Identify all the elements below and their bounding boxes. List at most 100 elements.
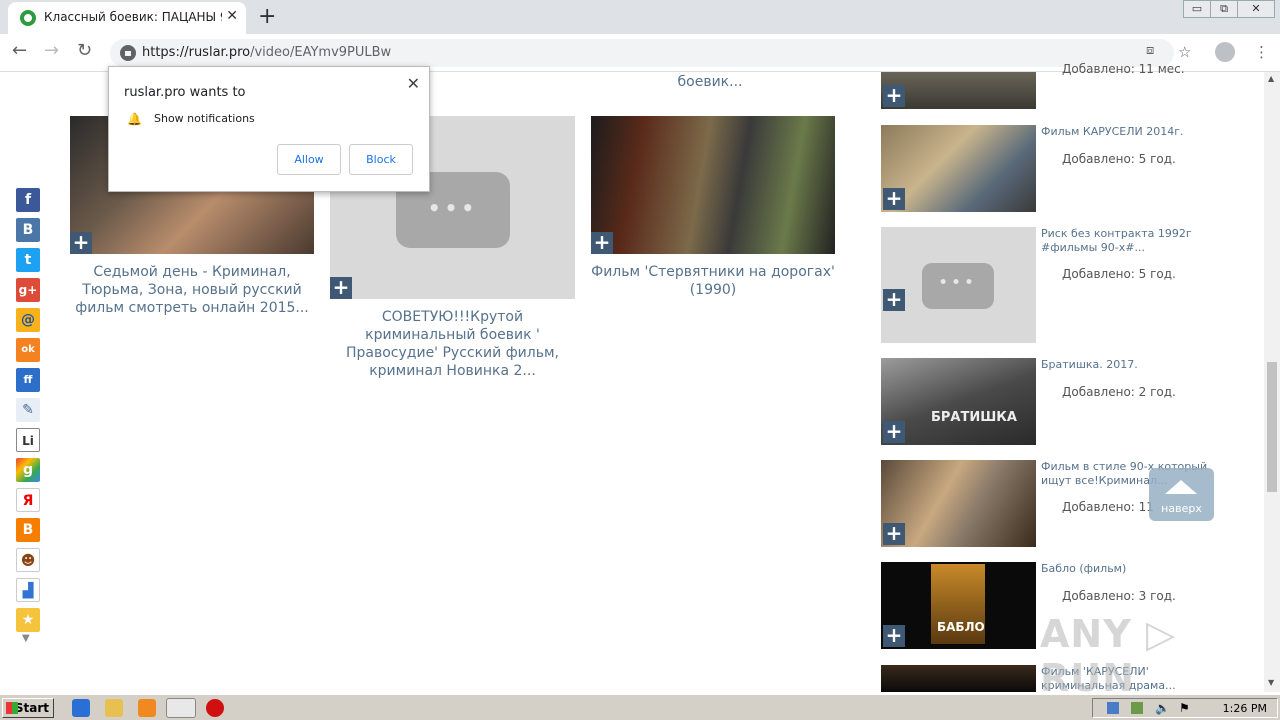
start-label: Start: [14, 701, 49, 715]
maximize-button[interactable]: ⧉: [1210, 0, 1238, 18]
back-to-top-label: наверх: [1161, 502, 1202, 515]
tab-strip: Классный боевик: ПАЦАНЫ 90-х (2... ✕ + ▭…: [0, 0, 1280, 34]
sidebar-video-thumbnail[interactable]: БАБЛО +: [881, 562, 1036, 649]
forward-arrow-icon[interactable]: →: [44, 40, 59, 61]
popup-permission-text: Show notifications: [154, 112, 255, 125]
video-caption[interactable]: Седьмой день - Криминал, Тюрьма, Зона, н…: [68, 263, 316, 317]
sidebar-video-thumbnail[interactable]: +: [881, 460, 1036, 547]
liveinternet-icon[interactable]: Li: [16, 428, 40, 452]
media-player-icon[interactable]: [138, 699, 156, 717]
clock: 1:26 PM: [1222, 702, 1267, 715]
back-arrow-icon[interactable]: ←: [12, 40, 27, 61]
network-icon[interactable]: [1107, 702, 1119, 714]
back-to-top-button[interactable]: наверх: [1149, 468, 1214, 521]
bookmark-star-icon[interactable]: ☆: [1178, 43, 1191, 61]
chrome-taskbar-button[interactable]: [166, 698, 196, 718]
more-share-chevron-icon[interactable]: ▼: [22, 633, 30, 644]
added-date: Добавлено: 11 мес.: [1062, 62, 1185, 76]
video-caption-partial[interactable]: боевик...: [600, 73, 820, 91]
google-bookmarks-icon[interactable]: g: [16, 458, 40, 482]
scroll-up-arrow-icon[interactable]: ▲: [1268, 74, 1274, 83]
blogger-icon[interactable]: B: [16, 518, 40, 542]
flag-tray-icon[interactable]: ⚑: [1179, 701, 1190, 715]
add-plus-button[interactable]: +: [883, 188, 905, 210]
mail-ru-icon[interactable]: @: [16, 308, 40, 332]
lock-icon: [120, 45, 136, 61]
site-favicon-icon: [20, 10, 36, 26]
profile-avatar-icon[interactable]: [1215, 42, 1235, 62]
added-date: Добавлено: 5 год.: [1062, 267, 1176, 281]
popup-heading: ruslar.pro wants to: [124, 85, 246, 100]
thumbnail-overlay-text: БАБЛО: [937, 620, 985, 634]
vkontakte-icon[interactable]: В: [16, 218, 40, 242]
up-arrow-icon: [1165, 480, 1197, 494]
video-thumbnail[interactable]: +: [591, 116, 835, 254]
delicious-icon[interactable]: ▟: [16, 578, 40, 602]
sidebar-video-title[interactable]: Братишка. 2017.: [1041, 358, 1221, 372]
explorer-folder-icon[interactable]: [105, 699, 123, 717]
windows-flag-icon: [6, 702, 18, 714]
added-date: Добавлено: 11: [1062, 500, 1154, 514]
friendfeed-icon[interactable]: ff: [16, 368, 40, 392]
memori-icon[interactable]: ☻: [16, 548, 40, 572]
menu-dots-icon[interactable]: ⋮: [1254, 43, 1269, 61]
url-text[interactable]: https://ruslar.pro/video/EAYmv9PULBw: [142, 45, 391, 60]
start-button[interactable]: Start: [2, 698, 54, 718]
twitter-icon[interactable]: t: [16, 248, 40, 272]
sidebar-video-thumbnail[interactable]: +: [881, 72, 1036, 109]
opera-icon[interactable]: [206, 699, 224, 717]
address-bar[interactable]: https://ruslar.pro/video/EAYmv9PULBw: [110, 39, 1174, 67]
connection-icon[interactable]: [1131, 702, 1143, 714]
loading-dots-icon: •••: [938, 275, 978, 291]
translate-icon[interactable]: ⧈: [1146, 43, 1154, 58]
sidebar-video-thumbnail[interactable]: БРАТИШКА +: [881, 358, 1036, 445]
add-plus-button[interactable]: +: [883, 421, 905, 443]
block-button[interactable]: Block: [349, 144, 413, 175]
volume-icon[interactable]: 🔈: [1155, 701, 1170, 715]
minimize-button[interactable]: ▭: [1183, 0, 1211, 18]
added-date: Добавлено: 2 год.: [1062, 385, 1176, 399]
added-date: Добавлено: 3 год.: [1062, 589, 1176, 603]
added-date: Добавлено: 5 год.: [1062, 152, 1176, 166]
sidebar-video-title[interactable]: Бабло (фильм): [1041, 562, 1221, 576]
anyrun-watermark: ANY ▷ RUN: [1040, 612, 1177, 700]
scroll-down-arrow-icon[interactable]: ▼: [1268, 678, 1274, 687]
tab-close-button[interactable]: ✕: [226, 8, 238, 24]
scrollbar-thumb[interactable]: [1267, 362, 1277, 492]
sidebar-video-thumbnail[interactable]: +: [881, 125, 1036, 212]
yandex-icon[interactable]: Я: [16, 488, 40, 512]
page-scrollbar[interactable]: ▲ ▼: [1264, 72, 1280, 692]
add-plus-button[interactable]: +: [883, 523, 905, 545]
tab-title: Классный боевик: ПАЦАНЫ 90-х (2...: [44, 10, 222, 24]
sidebar-video-thumbnail-placeholder[interactable]: ••• +: [881, 227, 1036, 343]
facebook-icon[interactable]: f: [16, 188, 40, 212]
browser-tab[interactable]: Классный боевик: ПАЦАНЫ 90-х (2... ✕: [8, 2, 246, 34]
sidebar-video-title[interactable]: Риск без контракта 1992г #фильмы 90-х#..…: [1041, 227, 1216, 255]
add-plus-button[interactable]: +: [591, 232, 613, 254]
add-plus-button[interactable]: +: [883, 625, 905, 647]
reload-icon[interactable]: ↻: [77, 40, 92, 61]
new-tab-button[interactable]: +: [258, 4, 276, 29]
add-plus-button[interactable]: +: [70, 232, 92, 254]
sidebar-video-title[interactable]: Фильм КАРУСЕЛИ 2014г.: [1041, 125, 1221, 139]
video-caption[interactable]: Фильм 'Стервятники на дорогах' (1990): [591, 263, 835, 299]
allow-button[interactable]: Allow: [277, 144, 341, 175]
bell-icon: 🔔: [127, 112, 142, 126]
window-close-button[interactable]: ✕: [1237, 0, 1275, 18]
add-plus-button[interactable]: +: [883, 289, 905, 311]
odnoklassniki-icon[interactable]: ok: [16, 338, 40, 362]
loading-dots-icon: •••: [427, 196, 479, 220]
thumbnail-overlay-text: БРАТИШКА: [931, 410, 1017, 425]
ie-icon[interactable]: [72, 699, 90, 717]
sidebar-video-thumbnail[interactable]: [881, 665, 1036, 692]
video-caption[interactable]: СОВЕТУЮ!!!Крутой криминальный боевик ' П…: [330, 308, 575, 380]
add-plus-button[interactable]: +: [330, 277, 352, 299]
notification-permission-popup: ruslar.pro wants to 🔔 Show notifications…: [108, 66, 430, 192]
windows-taskbar: Start 🔈 ⚑ 1:26 PM: [0, 694, 1280, 720]
popup-close-button[interactable]: ✕: [407, 74, 420, 93]
google-plus-icon[interactable]: g+: [16, 278, 40, 302]
system-tray: 🔈 ⚑ 1:26 PM: [1092, 698, 1278, 718]
add-plus-button[interactable]: +: [883, 85, 905, 107]
favorites-star-icon[interactable]: ★: [16, 608, 40, 632]
livejournal-icon[interactable]: ✎: [16, 398, 40, 422]
